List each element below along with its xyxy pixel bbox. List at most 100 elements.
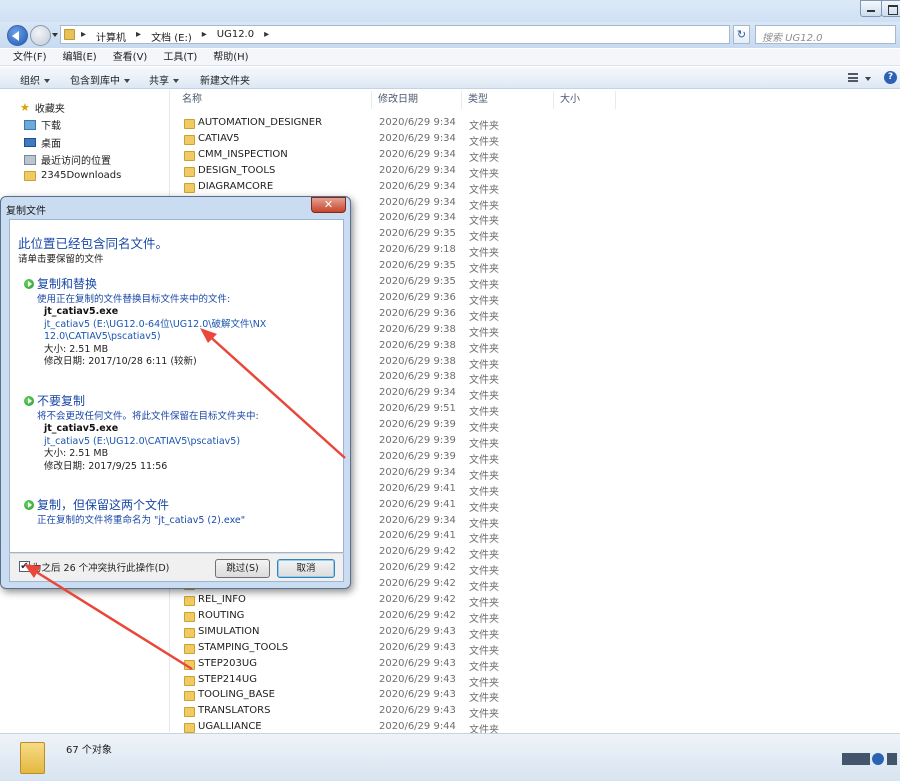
- file-date: 2020/6/29 9:34: [379, 514, 456, 526]
- table-row[interactable]: TRANSLATORS 2020/6/29 9:43 文件夹: [171, 704, 900, 720]
- chevron-right-icon: ▸: [81, 29, 87, 40]
- menu-file[interactable]: 文件(F): [13, 49, 47, 65]
- destination-file-info: jt_catiav5.exe jt_catiav5 (E:\UG12.0\CAT…: [44, 423, 241, 472]
- file-date: 2020/6/29 9:39: [379, 435, 456, 446]
- cancel-button[interactable]: 取消: [277, 559, 335, 578]
- green-arrow-icon: [24, 279, 34, 289]
- file-type: 文件夹: [469, 152, 499, 164]
- file-type: 文件夹: [469, 709, 499, 721]
- new-folder-button[interactable]: 新建文件夹: [200, 72, 250, 87]
- favorites-item[interactable]: ★ 收藏夹: [20, 100, 65, 115]
- file-date: 2020/6/29 9:36: [379, 291, 456, 303]
- help-icon[interactable]: ?: [884, 71, 897, 84]
- sidebar-item-2345downloads[interactable]: 2345Downloads: [24, 170, 121, 181]
- file-name: UGALLIANCE: [198, 721, 262, 733]
- file-type: 文件夹: [469, 327, 499, 339]
- address-bar[interactable]: ▸ 计算机 ▸ 文档 (E:) ▸ UG12.0 ▸: [60, 25, 786, 44]
- minimize-button[interactable]: [860, 0, 882, 17]
- refresh-icon[interactable]: ↻: [733, 25, 750, 44]
- view-options-icon[interactable]: [848, 73, 858, 82]
- folder-icon: [184, 691, 195, 702]
- file-date: 2020/6/29 9:43: [379, 689, 456, 701]
- file-type: 文件夹: [469, 454, 499, 466]
- file-type: 文件夹: [469, 168, 499, 180]
- folder-icon: [184, 723, 195, 734]
- file-date: 2020/6/29 9:42: [379, 594, 456, 605]
- menu-help[interactable]: 帮助(H): [213, 49, 248, 65]
- table-row[interactable]: DIAGRAMCORE 2020/6/29 9:34 文件夹: [171, 180, 900, 196]
- menu-edit[interactable]: 编辑(E): [63, 49, 97, 65]
- file-type: 文件夹: [469, 295, 499, 307]
- file-date: 2020/6/29 9:39: [379, 450, 456, 462]
- file-type: 文件夹: [469, 439, 499, 450]
- search-input[interactable]: 搜索 UG12.0: [755, 25, 896, 44]
- file-name: CMM_INSPECTION: [198, 148, 288, 160]
- green-arrow-icon: [24, 396, 34, 406]
- file-date: 2020/6/29 9:35: [379, 260, 456, 272]
- file-name: AUTOMATION_DESIGNER: [198, 117, 323, 128]
- column-header-name[interactable]: 名称: [176, 91, 372, 109]
- table-row[interactable]: SIMULATION 2020/6/29 9:43 文件夹: [171, 625, 900, 641]
- dialog-footer: ✔ 为之后 26 个冲突执行此操作(D) 跳过(S) 取消: [9, 553, 344, 582]
- file-date: 2020/6/29 9:34: [379, 148, 456, 160]
- chevron-right-icon: ▸: [136, 29, 142, 40]
- apply-to-all-label[interactable]: 为之后 26 个冲突执行此操作(D): [32, 560, 169, 574]
- column-header-date[interactable]: 修改日期: [372, 91, 462, 109]
- table-row[interactable]: ROUTING 2020/6/29 9:42 文件夹: [171, 609, 900, 625]
- file-type: 文件夹: [469, 359, 499, 371]
- table-row[interactable]: STEP214UG 2020/6/29 9:43 文件夹: [171, 673, 900, 689]
- include-in-library-button[interactable]: 包含到库中: [70, 72, 130, 87]
- chevron-down-icon[interactable]: [865, 77, 871, 81]
- table-row[interactable]: DESIGN_TOOLS 2020/6/29 9:34 文件夹: [171, 164, 900, 180]
- share-button[interactable]: 共享: [149, 72, 179, 87]
- apply-to-all-checkbox[interactable]: ✔: [19, 561, 30, 572]
- chevron-right-icon: ▸: [201, 29, 207, 40]
- breadcrumb-item[interactable]: 计算机: [96, 29, 126, 44]
- table-row[interactable]: AUTOMATION_DESIGNER 2020/6/29 9:34 文件夹: [171, 116, 900, 132]
- menu-view[interactable]: 查看(V): [113, 49, 148, 65]
- file-date: 2020/6/29 9:38: [379, 339, 456, 351]
- table-row[interactable]: STAMPING_TOOLS 2020/6/29 9:43 文件夹: [171, 641, 900, 657]
- table-row[interactable]: CMM_INSPECTION 2020/6/29 9:34 文件夹: [171, 148, 900, 164]
- organize-button[interactable]: 组织: [20, 72, 50, 87]
- table-row[interactable]: CATIAV5 2020/6/29 9:34 文件夹: [171, 132, 900, 148]
- folder-icon: [184, 611, 195, 622]
- folder-icon: [184, 643, 195, 654]
- source-file-info: jt_catiav5.exe jt_catiav5 (E:\UG12.0-64位…: [44, 306, 267, 367]
- file-type: 文件夹: [469, 232, 499, 244]
- sidebar-item-recent[interactable]: 最近访问的位置: [24, 152, 111, 167]
- file-type: 文件夹: [469, 693, 499, 705]
- file-date: 2020/6/29 9:35: [379, 228, 456, 240]
- file-type: 文件夹: [469, 311, 499, 323]
- breadcrumb-item[interactable]: 文档 (E:): [151, 29, 192, 44]
- menu-tools[interactable]: 工具(T): [163, 49, 197, 65]
- window-titlebar: [0, 0, 900, 24]
- back-arrow-icon[interactable]: [7, 25, 28, 46]
- column-header-type[interactable]: 类型: [462, 91, 554, 109]
- table-row[interactable]: STEP203UG 2020/6/29 9:43 文件夹: [171, 657, 900, 673]
- file-name: REL_INFO: [198, 594, 246, 605]
- file-date: 2020/6/29 9:38: [379, 355, 456, 367]
- file-name: ROUTING: [198, 609, 245, 621]
- file-type: 文件夹: [469, 184, 499, 196]
- table-row[interactable]: TOOLING_BASE 2020/6/29 9:43 文件夹: [171, 688, 900, 704]
- skip-button[interactable]: 跳过(S): [215, 559, 270, 578]
- file-date: 2020/6/29 9:34: [379, 387, 456, 399]
- folder-icon: [184, 134, 195, 145]
- file-date: 2020/6/29 9:39: [379, 419, 456, 431]
- file-type: 文件夹: [469, 391, 499, 403]
- file-type: 文件夹: [469, 645, 499, 657]
- sidebar-item-desktop[interactable]: 桌面: [24, 135, 61, 150]
- history-dropdown-icon[interactable]: [52, 33, 58, 37]
- file-type: 文件夹: [469, 502, 499, 514]
- file-type: 文件夹: [469, 629, 499, 641]
- close-icon[interactable]: ✕: [311, 197, 346, 213]
- sidebar-item-downloads[interactable]: 下载: [24, 117, 61, 132]
- forward-arrow-icon[interactable]: [30, 25, 51, 46]
- breadcrumb-item[interactable]: UG12.0: [217, 29, 254, 44]
- column-header-size[interactable]: 大小: [554, 91, 616, 109]
- table-row[interactable]: REL_INFO 2020/6/29 9:42 文件夹: [171, 593, 900, 609]
- folder-icon: [184, 675, 195, 686]
- maximize-button[interactable]: [881, 0, 900, 17]
- menu-bar: 文件(F) 编辑(E) 查看(V) 工具(T) 帮助(H): [0, 49, 900, 66]
